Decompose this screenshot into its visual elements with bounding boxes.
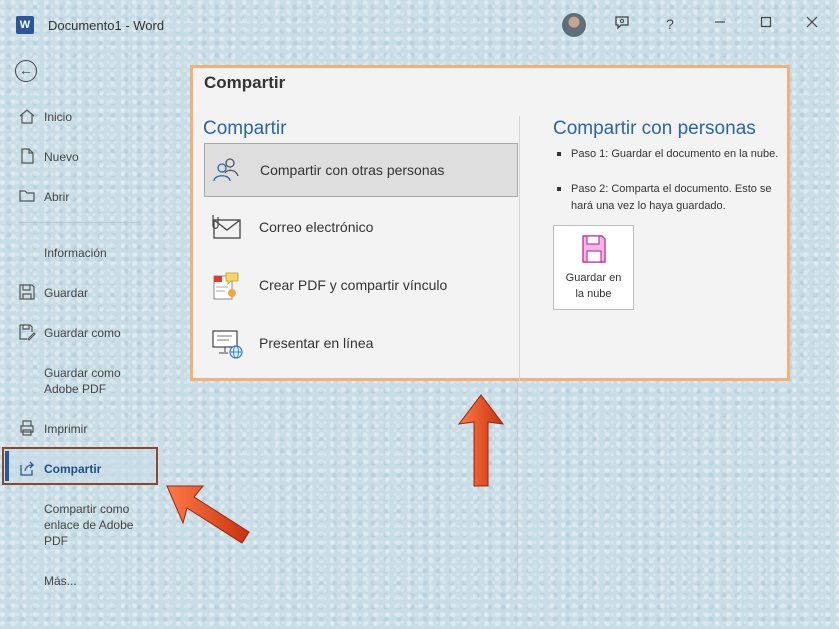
page-title: Compartir [204, 73, 286, 92]
word-app-icon: W [16, 16, 34, 34]
present-online-option[interactable]: Presentar en línea [204, 317, 518, 371]
content-divider-line [517, 380, 518, 585]
save-label-line1: Guardar en [565, 272, 622, 284]
user-avatar[interactable] [562, 13, 586, 37]
sidebar-separator [18, 222, 140, 223]
sidebar-item-label: Compartir como enlace de Adobe PDF [44, 502, 134, 548]
sidebar-item-label: Guardar como [44, 326, 121, 340]
annotation-arrow-left [166, 485, 250, 544]
option-label: Correo electrónico [259, 219, 374, 235]
new-document-icon [18, 147, 36, 165]
active-indicator [5, 451, 9, 481]
share-with-people-heading: Compartir con personas [553, 118, 756, 139]
save-to-cloud-button[interactable]: Guardar en la nube [553, 225, 634, 310]
sidebar-item-label: Más... [44, 574, 77, 588]
save-to-cloud-label: Guardar en la nube [554, 270, 633, 302]
title-bar: W Documento1 - Word ? [0, 0, 839, 50]
back-arrow-icon[interactable]: ← [15, 60, 37, 82]
bullet-dot [557, 152, 561, 156]
email-option[interactable]: Correo electrónico [204, 201, 518, 255]
minimize-icon[interactable] [710, 14, 730, 34]
annotation-arrow-up [457, 394, 505, 487]
pdf-share-option[interactable]: Crear PDF y compartir vínculo [204, 259, 518, 313]
email-icon [210, 212, 241, 242]
feedback-icon[interactable] [612, 14, 632, 34]
sidebar-item-label: Inicio [44, 110, 73, 124]
sidebar-item-label: Nuevo [44, 150, 79, 164]
home-icon [18, 107, 36, 125]
share-with-people-option[interactable]: Compartir con otras personas [204, 143, 518, 197]
sidebar-item-label: Imprimir [44, 422, 88, 436]
bullet-dot [557, 187, 561, 191]
step-text: Paso 1: Guardar el documento en la nube. [571, 148, 779, 160]
save-floppy-icon [582, 235, 606, 263]
close-icon[interactable] [802, 14, 822, 34]
option-label: Presentar en línea [259, 335, 374, 351]
folder-icon [18, 187, 36, 205]
help-button[interactable]: ? [660, 14, 680, 34]
panel-divider [519, 116, 520, 381]
sidebar-item-label: Guardar [44, 286, 89, 300]
sidebar-item-label: Compartir [44, 462, 102, 476]
sidebar-item-label: Abrir [44, 190, 70, 204]
save-icon [18, 283, 36, 301]
pdf-share-icon [210, 270, 240, 300]
sidebar-item-label: Guardar como Adobe PDF [44, 366, 121, 396]
people-icon [211, 155, 241, 185]
window-title: Documento1 - Word [48, 18, 165, 33]
share-heading: Compartir [203, 118, 287, 139]
share-icon [18, 459, 36, 477]
option-label: Crear PDF y compartir vínculo [259, 277, 448, 293]
maximize-icon[interactable] [756, 14, 776, 34]
present-online-icon [210, 328, 243, 359]
save-label-line2: la nube [575, 288, 612, 300]
option-label: Compartir con otras personas [260, 162, 445, 178]
sidebar-item-label: Información [44, 246, 107, 260]
printer-icon [18, 419, 36, 437]
share-panel: Compartir Compartir Compartir con otras … [190, 65, 790, 381]
step-text: Paso 2: Comparta el documento. Esto se h… [571, 183, 772, 212]
save-as-icon [18, 323, 36, 341]
